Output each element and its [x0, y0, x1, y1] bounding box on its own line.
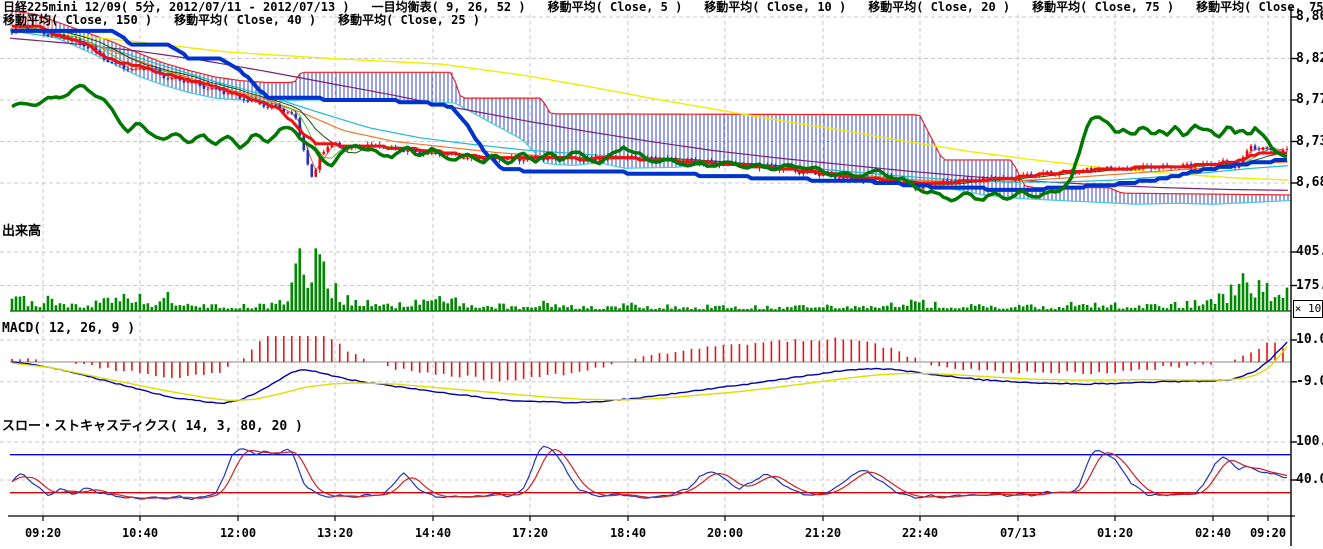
time-axis-label: 22:40 — [902, 527, 938, 540]
time-axis-label: 21:20 — [805, 527, 841, 540]
indicator-label: 移動平均( Close, 40 ) — [174, 13, 316, 27]
price-pane — [10, 11, 1290, 205]
multiplier-label: × 10 — [1295, 302, 1322, 315]
chart-window: 日経225mini 12/09( 5分, 2012/07/11 - 2012/0… — [0, 0, 1323, 549]
indicator-label: 一目均衡表( 9, 26, 52 ) — [372, 0, 526, 14]
stoch-pane — [10, 446, 1291, 499]
indicator-label: 移動平均( Close, 5 ) — [548, 0, 683, 14]
indicator-label: 移動平均( Close, 25 ) — [338, 13, 480, 27]
volume-axis-label: 405. — [1296, 245, 1323, 259]
grid-layer — [0, 14, 1291, 516]
macd-pane-title: MACD( 12, 26, 9 ) — [2, 322, 135, 336]
chart-canvas[interactable] — [0, 0, 1323, 549]
time-axis-label: 20:00 — [707, 527, 743, 540]
time-axis-label: 09:20 — [1250, 527, 1286, 540]
stoch-pane-title: スロー・ストキャスティクス( 14, 3, 80, 20 ) — [2, 420, 303, 434]
macd-pane — [10, 336, 1291, 403]
price-axis-label: 8,77 — [1296, 93, 1323, 107]
macd-axis-label: -9.0 — [1296, 375, 1323, 389]
time-axis-label: 14:40 — [415, 527, 451, 540]
header-line1: 日経225mini 12/09( 5分, 2012/07/11 - 2012/0… — [3, 1, 1323, 13]
price-axis-label: 8,73 — [1296, 135, 1323, 149]
price-axis-label: 8,82 — [1296, 52, 1323, 66]
time-axis-label: 07/13 — [1000, 527, 1036, 540]
price-axis-label: 8,68 — [1296, 176, 1323, 190]
axis-layer — [8, 8, 1297, 546]
volume-pane — [10, 248, 1291, 311]
time-axis-label: 10:40 — [122, 527, 158, 540]
time-axis-label: 09:20 — [25, 527, 61, 540]
time-axis-label: 02:40 — [1195, 527, 1231, 540]
volume-axis-label: 175. — [1296, 279, 1323, 293]
header-line2: 移動平均( Close, 150 ) 移動平均( Close, 40 ) 移動平均(… — [3, 14, 502, 26]
time-axis-label: 13:20 — [317, 527, 353, 540]
macd-axis-label: 10.0 — [1296, 333, 1323, 347]
volume-pane-title: 出来高 — [2, 225, 41, 239]
indicator-label: 移動平均( Close, 150 ) — [3, 13, 152, 27]
time-axis-label: 18:40 — [610, 527, 646, 540]
candlesticks — [11, 23, 1289, 191]
time-axis-label: 17:20 — [512, 527, 548, 540]
indicator-label: 移動平均( Close, 75 ) — [1032, 0, 1174, 14]
indicator-label: 移動平均( Close, 20 ) — [868, 0, 1010, 14]
time-axis-label: 12:00 — [220, 527, 256, 540]
time-axis-label: 01:20 — [1097, 527, 1133, 540]
indicator-label: 日経225mini 12/09( 5分, 2012/07/11 - 2012/0… — [3, 0, 350, 14]
indicator-label: 移動平均( Close, 10 ) — [704, 0, 846, 14]
stoch-axis-label: 40.0 — [1296, 473, 1323, 487]
price-axis-label: 8,86 — [1296, 10, 1323, 24]
stoch-axis-label: 100. — [1296, 435, 1323, 449]
volume-unit-multiplier: × 10 — [1293, 300, 1323, 318]
